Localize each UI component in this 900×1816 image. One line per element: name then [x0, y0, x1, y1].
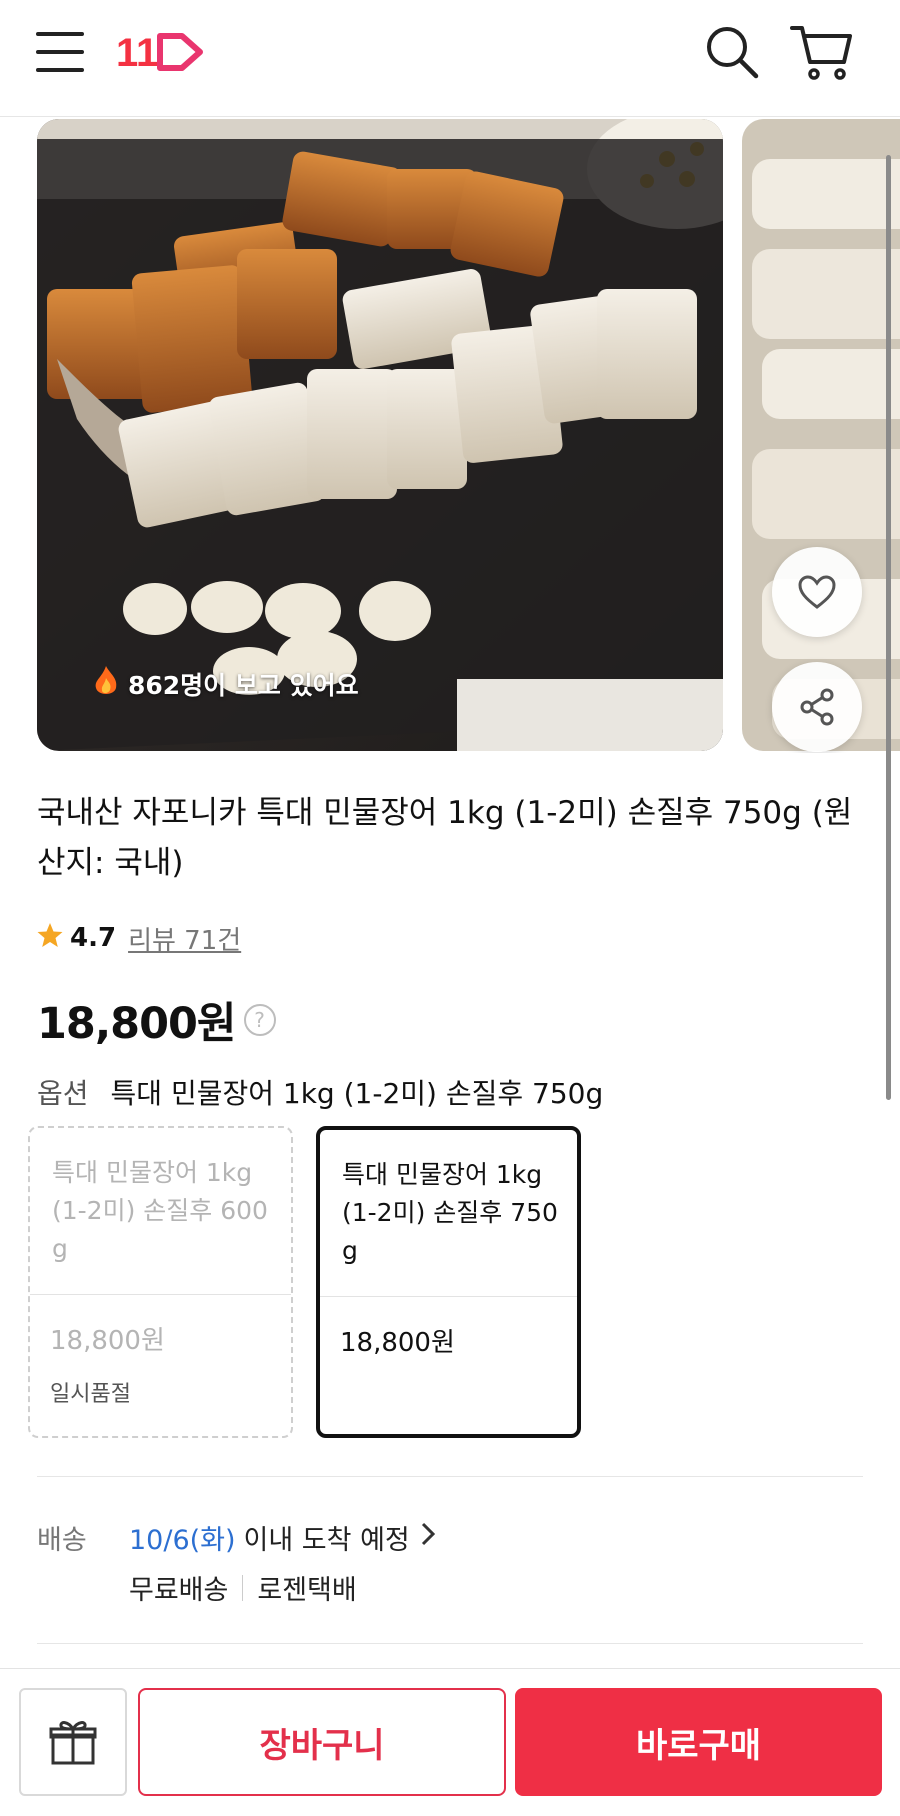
delivery-section: 배송 10/6(화) 이내 도착 예정 무료배송 로젠택배 [37, 1512, 863, 1622]
selected-option-row: 옵션 특대 민물장어 1kg (1-2미) 손질후 750g [37, 1070, 603, 1114]
logo-text: 11 [116, 31, 158, 75]
viewer-count-text: 862명이 보고 있어요 [128, 671, 359, 700]
product-title: 국내산 자포니카 특대 민물장어 1kg (1-2미) 손질후 750g (원산… [37, 795, 853, 881]
delivery-details: 무료배송 로젠택배 [129, 1568, 357, 1607]
product-image-next[interactable] [742, 119, 900, 751]
delivery-eta-text: 이내 도착 예정 [243, 1525, 410, 1556]
review-link[interactable]: 리뷰 71건 [128, 920, 241, 957]
menu-icon[interactable] [36, 30, 86, 74]
top-header: 11 [0, 0, 900, 117]
purchase-bar: 장바구니 바로구매 [0, 1668, 900, 1816]
selected-option-name: 특대 민물장어 1kg (1-2미) 손질후 750g [110, 1077, 604, 1110]
rating-score: 4.7 [70, 923, 117, 953]
rating-row: 4.7 리뷰 71건 [36, 918, 241, 958]
share-icon [800, 688, 834, 726]
delivery-label: 배송 [37, 1525, 87, 1556]
heart-icon [798, 575, 836, 609]
fire-icon [92, 664, 120, 704]
product-price: 18,800원 [37, 999, 236, 1049]
product-image-carousel[interactable]: 862명이 보고 있어요 1 / 3 [0, 117, 900, 753]
logo-icon: 11 [116, 31, 203, 75]
cart-icon[interactable] [790, 22, 854, 82]
add-to-cart-button[interactable]: 장바구니 [138, 1688, 506, 1796]
product-image-main[interactable] [37, 119, 723, 751]
section-divider [37, 1643, 863, 1644]
option-name: 특대 민물장어 1kg (1-2미) 손질후 750g [342, 1160, 558, 1265]
star-icon [36, 921, 64, 956]
delivery-separator [242, 1574, 244, 1601]
option-label: 옵션 [37, 1077, 89, 1110]
option-price: 18,800원 [340, 1328, 455, 1358]
option-card-selected[interactable]: 특대 민물장어 1kg (1-2미) 손질후 750g 18,800원 [316, 1126, 581, 1438]
option-divider [320, 1296, 577, 1297]
option-price: 18,800원 [50, 1326, 165, 1356]
chevron-right-icon [420, 1521, 436, 1554]
logo[interactable]: 11 [116, 28, 206, 76]
delivery-eta[interactable]: 10/6(화) 이내 도착 예정 [129, 1518, 436, 1557]
delivery-fee: 무료배송 [129, 1575, 229, 1606]
option-card-soldout[interactable]: 특대 민물장어 1kg (1-2미) 손질후 600g 18,800원 일시품절 [28, 1126, 293, 1438]
price-row: 18,800원 ? [37, 990, 276, 1050]
delivery-carrier: 로젠택배 [257, 1575, 357, 1606]
viewer-count-badge: 862명이 보고 있어요 [92, 659, 359, 709]
share-button[interactable] [772, 662, 862, 752]
option-divider [30, 1294, 291, 1295]
gift-button[interactable] [19, 1688, 127, 1796]
like-button[interactable] [772, 547, 862, 637]
option-status: 일시품절 [50, 1382, 131, 1407]
price-info-icon[interactable]: ? [243, 1004, 276, 1036]
buy-now-button[interactable]: 바로구매 [515, 1688, 882, 1796]
option-name: 특대 민물장어 1kg (1-2미) 손질후 600g [52, 1158, 268, 1263]
page-scrollbar[interactable] [886, 155, 891, 1100]
search-icon[interactable] [704, 24, 760, 80]
gift-icon [49, 1721, 97, 1765]
delivery-date: 10/6(화) [129, 1525, 236, 1556]
section-divider [37, 1476, 863, 1477]
